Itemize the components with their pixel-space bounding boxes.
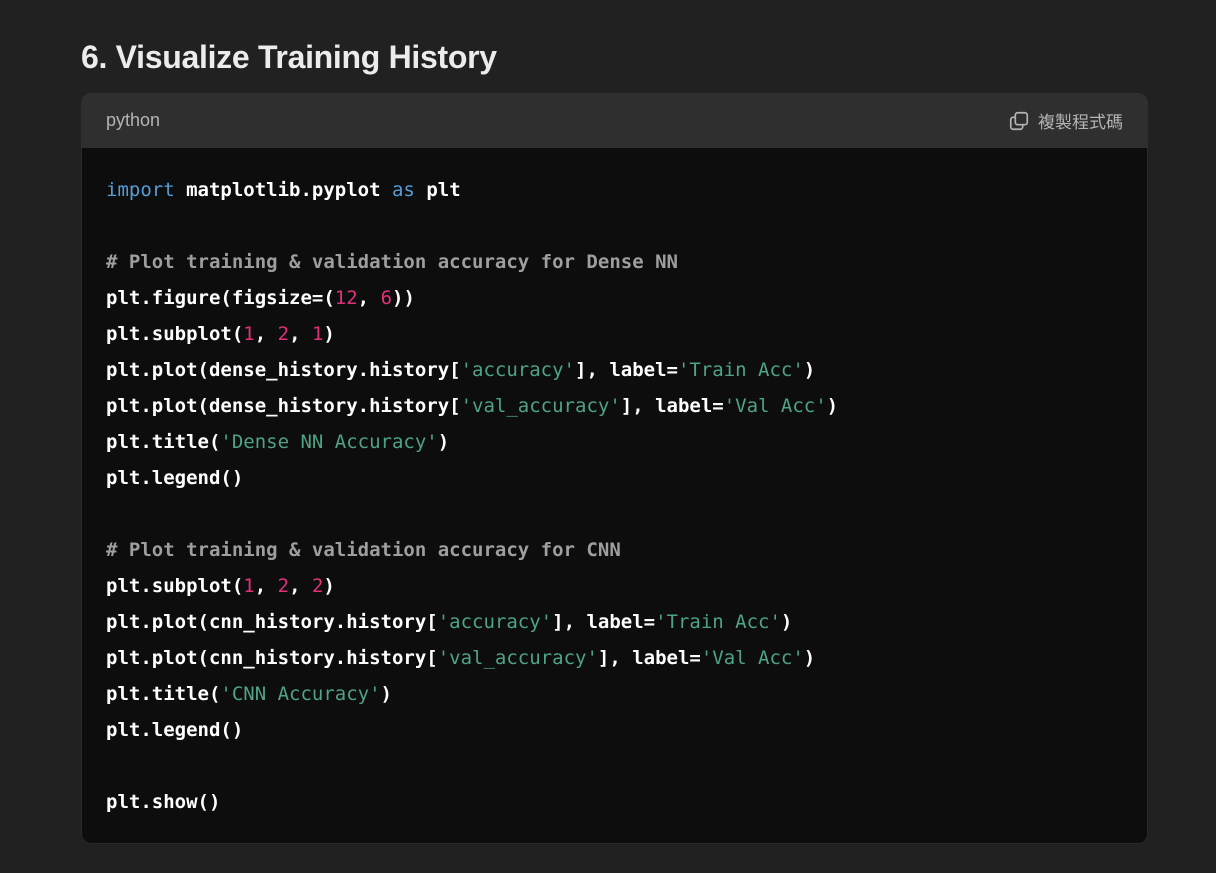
code-line: plt.plot(cnn_history.history['val_accura… bbox=[106, 640, 1123, 676]
code-token-plain: ) bbox=[803, 647, 816, 669]
code-line: plt.title('Dense NN Accuracy') bbox=[106, 424, 1123, 460]
code-token-string: 'Val Acc' bbox=[700, 647, 804, 669]
code-token-number: 6 bbox=[380, 287, 393, 309]
code-token-keyword: as bbox=[391, 179, 415, 201]
code-token-plain: ) bbox=[803, 359, 816, 381]
code-token-plain: plt.plot(cnn_history.history[ bbox=[106, 611, 438, 633]
code-token-plain: ) bbox=[323, 575, 335, 597]
code-token-plain: matplotlib.pyplot bbox=[174, 179, 392, 201]
code-token-plain: plt.legend() bbox=[106, 467, 244, 489]
code-token-plain: ) bbox=[826, 395, 839, 417]
code-content[interactable]: import matplotlib.pyplot as plt # Plot t… bbox=[81, 148, 1148, 820]
code-token-string: 'Val Acc' bbox=[723, 395, 827, 417]
code-line: plt.subplot(1, 2, 1) bbox=[106, 316, 1123, 352]
code-token-number: 2 bbox=[277, 323, 290, 345]
code-token-number: 2 bbox=[277, 575, 290, 597]
copy-icon bbox=[1008, 110, 1030, 132]
code-token-number: 1 bbox=[243, 323, 255, 345]
code-line: plt.legend() bbox=[106, 712, 1123, 748]
code-token-string: 'accuracy' bbox=[460, 359, 575, 381]
code-token-plain: ], label= bbox=[552, 611, 656, 633]
code-token-plain: )) bbox=[392, 287, 415, 309]
code-token-comment: # Plot training & validation accuracy fo… bbox=[106, 539, 621, 561]
code-token-plain: , bbox=[254, 575, 278, 597]
code-token-keyword: import bbox=[106, 179, 175, 201]
code-line: plt.plot(cnn_history.history['accuracy']… bbox=[106, 604, 1123, 640]
code-token-plain: plt.show() bbox=[106, 791, 221, 813]
code-token-plain: plt.figure(figsize=( bbox=[106, 287, 335, 309]
code-token-plain: , bbox=[289, 323, 312, 345]
code-token-plain: plt.title( bbox=[106, 431, 221, 453]
code-token-string: 'accuracy' bbox=[437, 611, 553, 633]
code-line: plt.plot(dense_history.history['val_accu… bbox=[106, 388, 1123, 424]
code-token-plain: plt.subplot( bbox=[106, 575, 244, 597]
code-token-plain: , bbox=[289, 575, 312, 597]
code-token-plain: ) bbox=[380, 683, 392, 705]
code-line: # Plot training & validation accuracy fo… bbox=[106, 244, 1123, 280]
code-token-plain: ], label= bbox=[597, 647, 701, 669]
code-token-plain: ], label= bbox=[575, 359, 678, 381]
code-line: plt.legend() bbox=[106, 460, 1123, 496]
code-token-number: 1 bbox=[311, 323, 324, 345]
code-token-plain: plt.subplot( bbox=[106, 323, 244, 345]
code-token-number: 2 bbox=[311, 575, 324, 597]
code-token-plain: ) bbox=[780, 611, 793, 633]
code-token-plain: ) bbox=[323, 323, 335, 345]
code-language-label: python bbox=[106, 110, 161, 130]
code-token-plain: plt bbox=[414, 179, 461, 201]
code-line: plt.subplot(1, 2, 2) bbox=[106, 568, 1123, 604]
code-token-plain: , bbox=[357, 287, 381, 309]
code-token-plain: ) bbox=[437, 431, 450, 453]
code-token-number: 1 bbox=[243, 575, 255, 597]
code-token-string: 'val_accuracy' bbox=[460, 395, 621, 417]
copy-code-button[interactable]: 複製程式碼 bbox=[1008, 108, 1123, 133]
code-token-number: 12 bbox=[334, 287, 358, 309]
code-token-plain: plt.title( bbox=[106, 683, 221, 705]
code-token-plain: plt.legend() bbox=[106, 719, 244, 741]
code-token-plain: , bbox=[254, 323, 278, 345]
code-token-comment: # Plot training & validation accuracy fo… bbox=[106, 251, 678, 273]
code-token-string: 'CNN Accuracy' bbox=[220, 683, 381, 705]
code-block: python 複製程式碼 import matplotlib.pyplot as… bbox=[81, 93, 1148, 844]
code-line: plt.show() bbox=[106, 784, 1123, 820]
page: 6. Visualize Training History python 複製程… bbox=[0, 0, 1216, 873]
code-line: # Plot training & validation accuracy fo… bbox=[106, 532, 1123, 568]
code-line: plt.plot(dense_history.history['accuracy… bbox=[106, 352, 1123, 388]
code-token-string: 'Train Acc' bbox=[677, 359, 804, 381]
code-token-plain: ], label= bbox=[620, 395, 724, 417]
code-line: plt.figure(figsize=(12, 6)) bbox=[106, 280, 1123, 316]
code-token-plain: plt.plot(dense_history.history[ bbox=[106, 395, 461, 417]
code-token-plain: plt.plot(dense_history.history[ bbox=[106, 359, 461, 381]
section-heading: 6. Visualize Training History bbox=[81, 39, 497, 75]
code-line: plt.title('CNN Accuracy') bbox=[106, 676, 1123, 712]
copy-code-label: 複製程式碼 bbox=[1038, 113, 1123, 133]
code-line: import matplotlib.pyplot as plt bbox=[106, 172, 1123, 208]
code-token-string: 'Dense NN Accuracy' bbox=[220, 431, 438, 453]
code-block-header: python 複製程式碼 bbox=[81, 93, 1148, 148]
code-token-string: 'val_accuracy' bbox=[437, 647, 598, 669]
code-token-string: 'Train Acc' bbox=[655, 611, 781, 633]
code-token-plain: plt.plot(cnn_history.history[ bbox=[106, 647, 438, 669]
